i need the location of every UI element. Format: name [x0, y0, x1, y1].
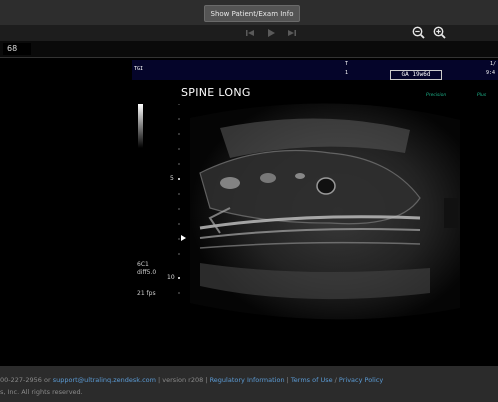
depth-scale	[178, 104, 180, 294]
brand-precision: Precision	[426, 93, 447, 98]
ultrasound-image	[190, 103, 460, 320]
fps-label: 21 fps	[137, 290, 156, 297]
skip-back-icon[interactable]	[245, 25, 255, 41]
footer-phone: 00-227-2956 or	[0, 376, 53, 384]
header-t2: 1/	[490, 61, 497, 67]
zoom-in-icon[interactable]	[432, 25, 448, 41]
footer-version: | version r208 |	[155, 376, 210, 384]
support-email-link[interactable]: support@ultralinq.zendesk.com	[53, 376, 156, 384]
probe-label: 6C1	[137, 261, 149, 268]
top-bar: Show Patient/Exam Info	[0, 0, 498, 25]
play-icon[interactable]	[266, 25, 276, 41]
depth-label-10: 10	[167, 274, 175, 281]
zoom-out-icon[interactable]	[411, 25, 427, 41]
header-t1: T	[345, 61, 349, 67]
image-header-bar	[132, 60, 498, 80]
skip-forward-icon[interactable]	[287, 25, 297, 41]
terms-of-use-link[interactable]: Terms of Use	[291, 376, 333, 384]
depth-label-5: 5	[170, 175, 174, 182]
brand-plus: Plus	[477, 93, 487, 98]
header-t1-value: 1	[345, 70, 349, 76]
show-patient-exam-info-button[interactable]: Show Patient/Exam Info	[204, 5, 300, 22]
frame-strip	[0, 41, 498, 58]
footer: 00-227-2956 or support@ultralinq.zendesk…	[0, 366, 498, 402]
privacy-policy-link[interactable]: Privacy Policy	[339, 376, 383, 384]
gestational-age-box: GA 19w6d	[390, 70, 442, 80]
mode-label: diff5.0	[137, 269, 157, 276]
header-t2-value: 9:4	[486, 70, 496, 76]
playback-toolbar	[0, 25, 498, 41]
grayscale-bar	[138, 104, 143, 148]
regulatory-info-link[interactable]: Regulatory Information	[210, 376, 285, 384]
image-title: SPINE LONG	[181, 86, 251, 99]
header-left-label: TGI	[134, 66, 144, 72]
focus-marker	[181, 235, 186, 241]
frame-number: 68	[3, 43, 31, 55]
footer-copyright: s, Inc. All rights reserved.	[0, 388, 83, 396]
footer-links: 00-227-2956 or support@ultralinq.zendesk…	[0, 376, 383, 384]
ultrasound-viewer[interactable]	[0, 58, 498, 366]
